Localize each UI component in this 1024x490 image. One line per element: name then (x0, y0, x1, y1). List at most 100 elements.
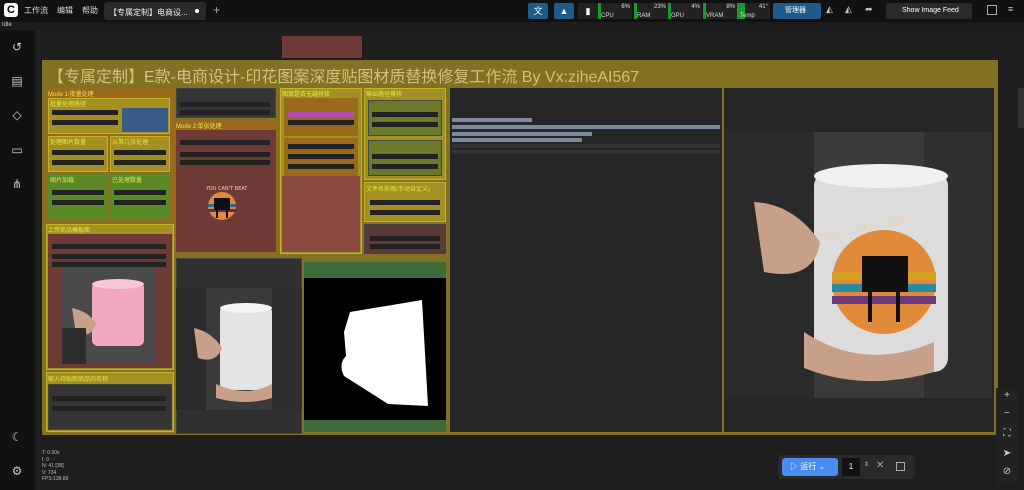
load-image-field[interactable] (52, 190, 104, 195)
pattern-thumbnail: YOU CAN'T BEAT (198, 176, 248, 228)
status-idle: Idle (2, 22, 12, 28)
output-mug-image: YOU CAN'T BEAT (724, 132, 992, 398)
workflow-tab[interactable]: 【专属定制】电商设... (104, 2, 206, 20)
history-icon[interactable]: ↺ (10, 40, 24, 54)
mode2-field-3[interactable] (180, 160, 270, 165)
unsaved-dot (195, 9, 199, 13)
upload-product-label: 上传商品模板图 (48, 228, 91, 234)
cpu-monitor: CPU 6% (598, 3, 632, 19)
upload-field[interactable] (52, 244, 166, 249)
pattern-option-field-2[interactable] (288, 144, 354, 149)
pattern-option-field-3[interactable] (288, 154, 354, 159)
pattern-option-node[interactable] (284, 98, 358, 136)
file-prefix-field-2[interactable] (370, 210, 440, 215)
sidebar: ↺ ▤ ◇ ▭ ⋔ ☾ ⚙ (0, 30, 35, 490)
batch-path-field-2[interactable] (52, 120, 118, 125)
hide-links-icon[interactable]: ⊘ (1001, 466, 1013, 478)
svg-text:YOU CAN'T BEAT: YOU CAN'T BEAT (205, 186, 248, 192)
theme-moon-icon[interactable]: ☾ (10, 430, 24, 444)
menu-icon[interactable]: ≡ (1008, 4, 1013, 14)
load-count-label: 已处理数量 (112, 178, 143, 184)
pattern-option-field-4[interactable] (288, 164, 354, 169)
mask-image (304, 278, 446, 420)
mode2-label: Mode 2:单张处理 (176, 124, 222, 130)
render-stats: T: 0.00s I: 0 N: 41 [38] V: 734 FPS:138.… (42, 450, 68, 483)
product-template-image (62, 268, 156, 364)
from-n-field-2[interactable] (114, 160, 166, 165)
load-image-label: 图片加载 (50, 178, 75, 184)
app-logo[interactable]: C (4, 3, 18, 17)
process-count-field[interactable] (52, 150, 104, 155)
canvas-tools: + − ⛶ ➤ ⊘ (996, 388, 1018, 484)
mode2-field-2[interactable] (180, 152, 270, 157)
fit-view-icon[interactable]: ⛶ (1001, 428, 1013, 440)
output-path-field-3[interactable] (372, 154, 438, 159)
stop-icon[interactable] (896, 462, 905, 471)
gpu-monitor: GPU 4% (668, 3, 702, 19)
zoom-in-icon[interactable]: + (1001, 390, 1013, 402)
pattern-option-field[interactable] (288, 120, 354, 125)
run-button[interactable]: ▷ 运行 ⌄ (782, 458, 838, 476)
manager-button[interactable]: 管理器 (773, 3, 821, 19)
input-name-label: 输入待贴图商品的名称 (48, 377, 109, 383)
floating-node[interactable] (282, 36, 362, 58)
white-mug-image (176, 288, 302, 410)
panel-icon[interactable] (987, 5, 997, 15)
queue-icon[interactable]: ▤ (10, 74, 24, 88)
share-icon[interactable]: ➦ (865, 4, 873, 15)
workflows-icon[interactable]: ⋔ (10, 177, 24, 191)
output-path-field[interactable] (372, 112, 438, 117)
new-tab-plus-icon[interactable]: + (213, 3, 220, 17)
bookmark-icon[interactable]: ▮ (578, 3, 598, 19)
pointer-icon[interactable]: ➤ (1001, 448, 1013, 460)
file-prefix-field[interactable] (370, 200, 440, 205)
menu-edit[interactable]: 编辑 (57, 5, 73, 16)
process-count-field-2[interactable] (52, 160, 104, 165)
from-n-field[interactable] (114, 150, 166, 155)
from-n-label: 从第几张处理 (112, 140, 149, 146)
pattern-option-node-3[interactable] (282, 176, 360, 252)
batch-path-field[interactable] (52, 110, 118, 115)
clean-icon[interactable]: ◭ (845, 4, 852, 15)
extra-node-field[interactable] (370, 236, 440, 241)
input-name-field[interactable] (52, 396, 166, 401)
triangle-icon[interactable]: ▲ (554, 3, 574, 19)
right-scroll[interactable] (1018, 88, 1024, 128)
input-name-field-2[interactable] (52, 406, 166, 411)
temp-monitor: Temp 41° (737, 3, 770, 19)
zoom-out-icon[interactable]: − (1001, 408, 1013, 420)
stepper-icon[interactable]: ⇕ (864, 461, 869, 468)
file-prefix-label: 文件名前缀(手动自定义) (366, 187, 430, 193)
upload-field-2[interactable] (52, 254, 166, 259)
load-count-field-2[interactable] (114, 200, 166, 205)
menu-help[interactable]: 帮助 (82, 5, 98, 16)
pattern-option-toggle[interactable] (288, 112, 354, 117)
settings-gear-icon[interactable]: ⚙ (10, 464, 24, 478)
load-image-field-2[interactable] (52, 200, 104, 205)
translate-icon[interactable]: 文 (528, 3, 548, 19)
menu-workflow[interactable]: 工作流 (24, 5, 48, 16)
folder-icon[interactable]: ▭ (10, 143, 24, 157)
group-title: 【专属定制】E款-电商设计-印花图案深度贴图材质替换修复工作流 By Vx:zi… (48, 69, 640, 86)
mode2-field[interactable] (180, 140, 270, 145)
process-count-label: 处理图片数量 (50, 140, 87, 146)
setting-field-2[interactable] (180, 110, 270, 115)
cancel-icon[interactable]: ✕ (876, 460, 884, 471)
load-count-field[interactable] (114, 190, 166, 195)
batch-path-label: 批量处理路径 (50, 102, 87, 108)
top-bar: C 工作流 编辑 帮助 【专属定制】电商设... + 文 ▲ ▮ CPU 6% R… (0, 0, 1024, 22)
run-controls: ▷ 运行 ⌄ 1 ⇕ ✕ (778, 455, 915, 479)
output-path-field-2[interactable] (372, 122, 438, 127)
output-path-label: 输出路径模块 (366, 92, 403, 98)
node-library-icon[interactable]: ◇ (10, 108, 24, 122)
pattern-option-label: 图案是否无缝拼接 (282, 92, 331, 98)
setting-field[interactable] (180, 102, 270, 107)
image-clean-icon[interactable]: ◭ (826, 4, 833, 15)
show-image-feed-button[interactable]: Show Image Feed (886, 3, 972, 19)
extra-node-field-2[interactable] (370, 244, 440, 249)
batch-count-input[interactable]: 1 (842, 458, 860, 476)
output-path-field-4[interactable] (372, 164, 438, 169)
tab-title: 【专属定制】电商设... (109, 8, 188, 17)
output-path-node[interactable] (368, 100, 442, 136)
upload-field-3[interactable] (52, 262, 166, 267)
